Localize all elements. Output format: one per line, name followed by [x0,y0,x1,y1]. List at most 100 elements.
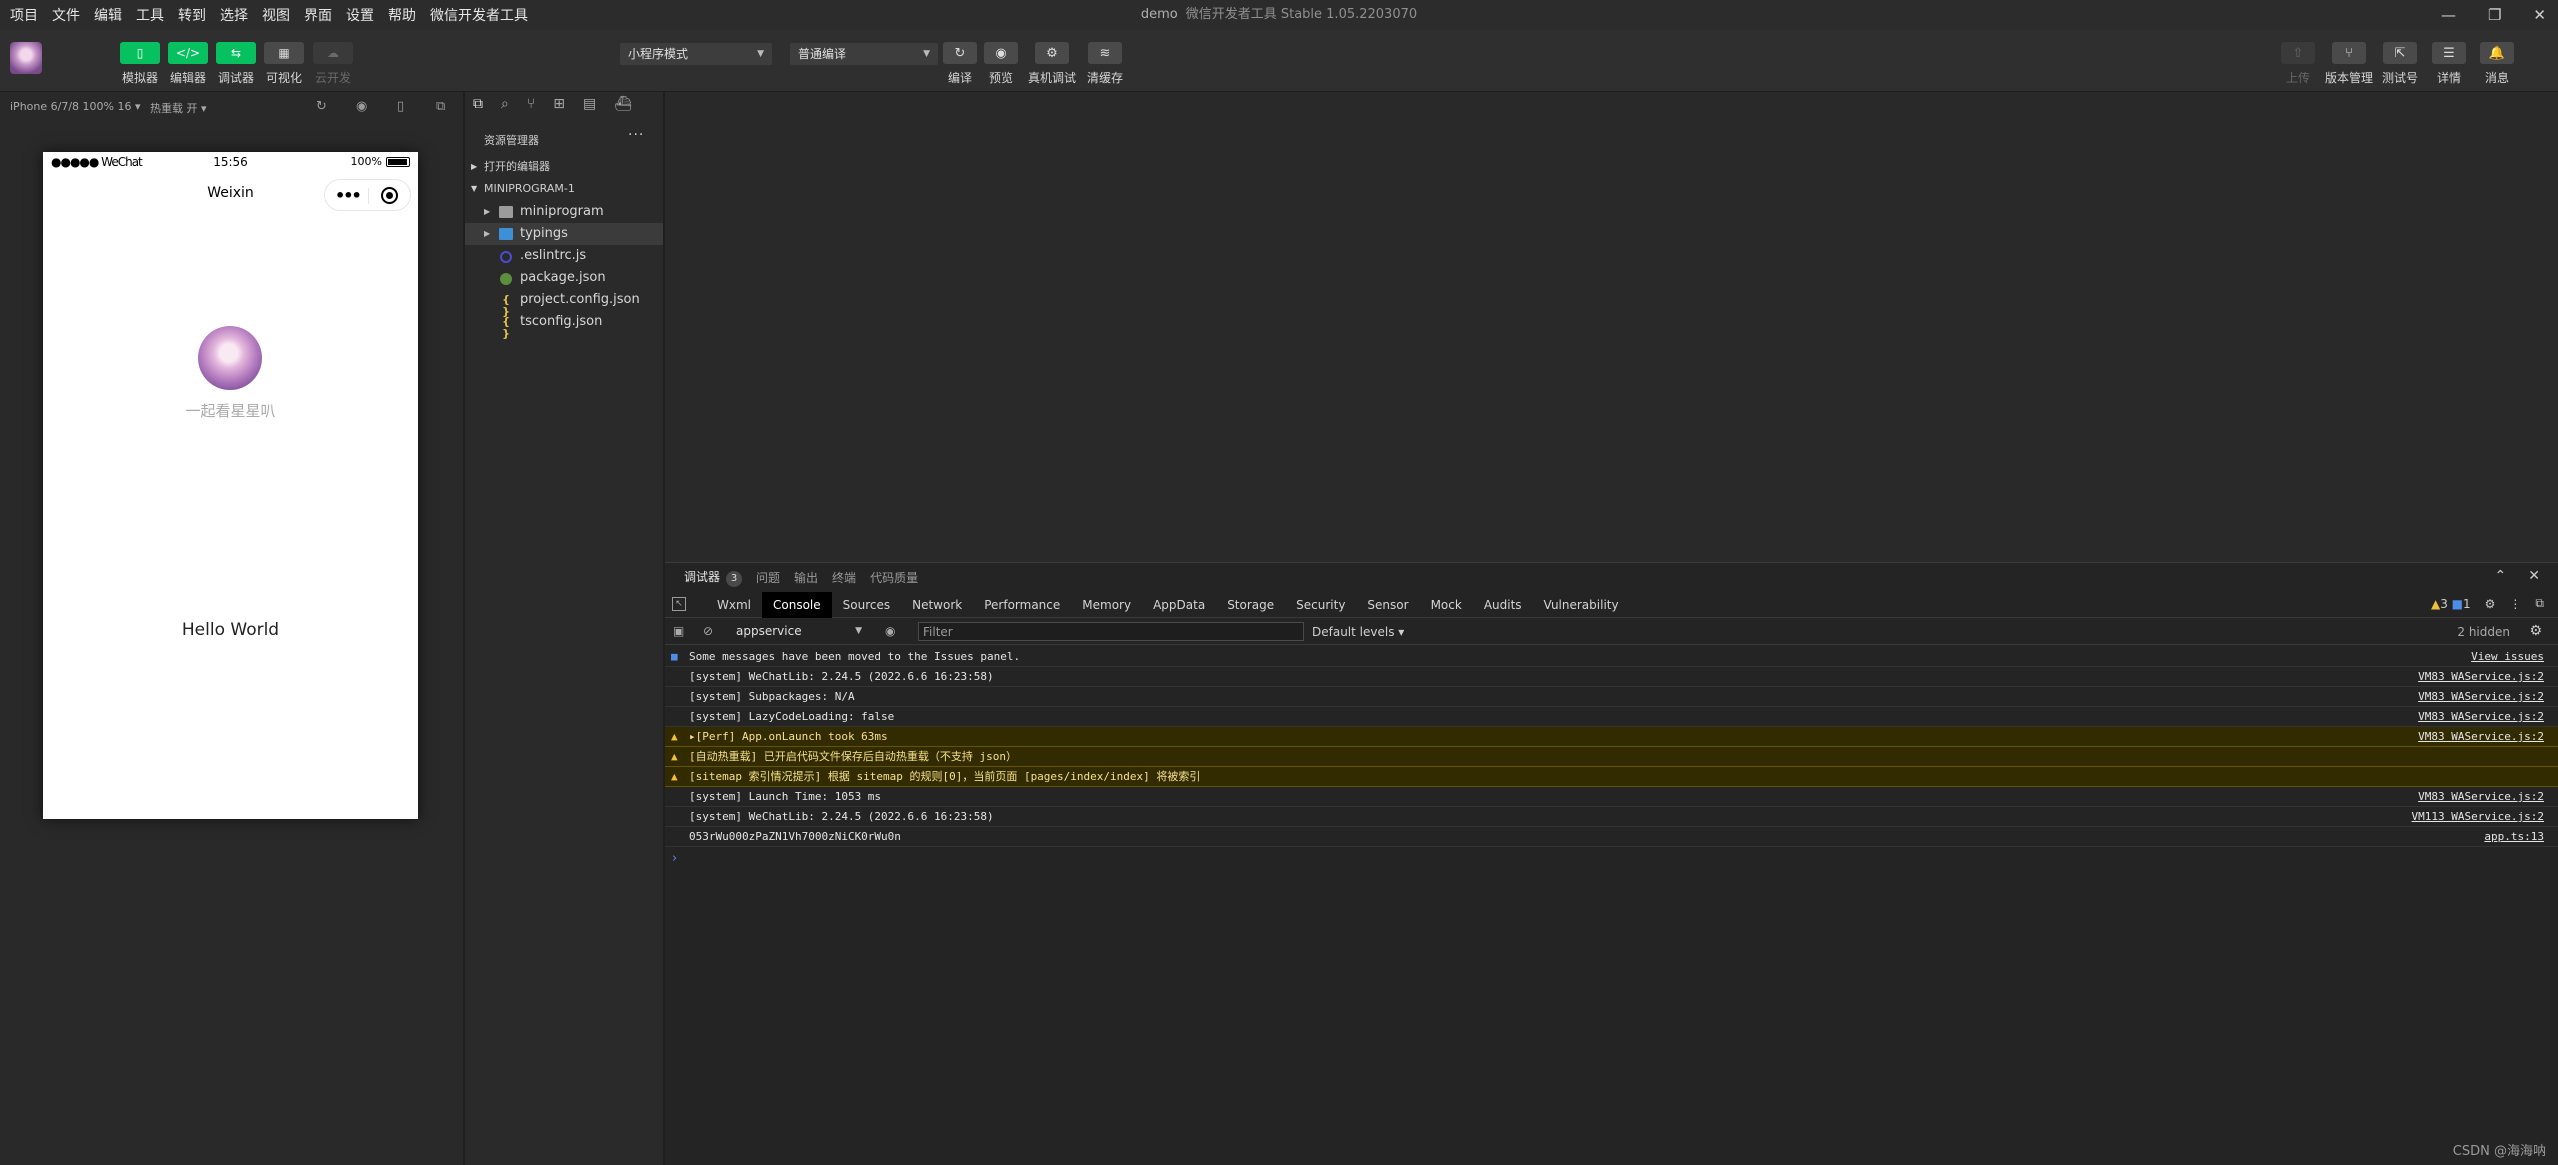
eye-icon[interactable]: ◉ [885,624,895,638]
folder-icon [499,206,513,218]
open-editors-section[interactable]: ▶ 打开的编辑器 [465,157,663,177]
npm-icon [500,273,512,285]
files-icon[interactable]: ⧉ [473,96,483,112]
editor-button[interactable]: </> 编辑器 [167,42,209,86]
docker-icon[interactable]: ⛴ [614,96,632,112]
tab-code-quality[interactable]: 代码质量 [870,569,918,586]
settings-gear-icon[interactable]: ⚙ [2485,597,2496,611]
console-output: ■ Some messages have been moved to the Is… [665,647,2558,847]
tab-badge: 3 [726,571,743,587]
clear-cache-button[interactable]: ≋ 清缓存 [1087,42,1123,86]
tree-item-eslintrc[interactable]: .eslintrc.js [465,245,663,267]
cloud-dev-button[interactable]: ☁ 云开发 [312,42,354,86]
cloud-dev-label: 云开发 [314,71,351,85]
kebab-menu-icon[interactable]: ⋮ [2509,597,2521,611]
tree-item-label: typings [520,226,568,241]
preview-button[interactable]: ◉ 预览 [983,42,1019,86]
tab-problems[interactable]: 问题 [756,569,780,586]
issues-counter[interactable]: ▲3 ■1 [2431,597,2471,611]
tab-sensor[interactable]: Sensor [1356,592,1419,618]
tab-output[interactable]: 输出 [794,569,818,586]
log-source-link[interactable]: VM83 WAService.js:2 [2418,787,2544,806]
log-source-link[interactable]: VM113 WAService.js:2 [2412,807,2544,826]
tree-item-typings[interactable]: ▶ typings [465,223,663,245]
console-settings-icon[interactable]: ⚙ [2529,623,2542,639]
hello-text: Hello World [181,620,280,640]
debugger-label: 调试器 [217,71,254,85]
tab-security[interactable]: Security [1285,592,1356,618]
log-source-link[interactable]: VM83 WAService.js:2 [2418,727,2544,746]
capsule-menu[interactable]: ••• [324,179,411,211]
view-issues-link[interactable]: View issues [2471,647,2544,666]
refresh-icon[interactable]: ↻ [316,99,327,114]
tab-performance[interactable]: Performance [973,592,1071,618]
log-levels-select[interactable]: Default levels ▾ [1312,625,1404,639]
user-avatar[interactable] [198,326,262,390]
phone-icon[interactable]: ▯ [397,99,404,114]
device-select[interactable]: iPhone 6/7/8 100% 16 ▾ [10,100,141,113]
project-section[interactable]: ▼ MINIPROGRAM-1 [465,179,663,199]
messages-button[interactable]: 🔔 消息 [2479,42,2515,86]
close-icon[interactable]: ✕ [2533,6,2546,24]
mode-select[interactable]: 小程序模式 ▼ [620,43,772,65]
git-icon[interactable]: ⑂ [527,96,535,112]
remote-debug-button[interactable]: ⚙ 真机调试 [1028,42,1076,86]
tab-storage[interactable]: Storage [1216,592,1285,618]
inspect-element-icon[interactable]: ↖ [672,597,686,611]
tree-item-project-config[interactable]: { } project.config.json [465,289,663,318]
user-avatar-toolbar[interactable] [10,42,42,74]
details-button[interactable]: ☰ 详情 [2431,42,2467,86]
log-source-link[interactable]: VM83 WAService.js:2 [2418,707,2544,726]
tree-item-miniprogram[interactable]: ▶ miniprogram [465,201,663,223]
log-source-link[interactable]: VM83 WAService.js:2 [2418,687,2544,706]
dock-icon[interactable]: ⧉ [2535,596,2544,611]
visual-button[interactable]: ▦ 可视化 [263,42,305,86]
tree-item-tsconfig[interactable]: { } tsconfig.json [465,311,663,340]
tab-console[interactable]: Console [762,592,832,618]
console-prompt[interactable]: › [672,851,677,866]
debugger-button[interactable]: ⇆ 调试器 [215,42,257,86]
log-source-link[interactable]: VM83 WAService.js:2 [2418,667,2544,686]
log-message: [system] LazyCodeLoading: false [689,710,895,723]
compile-select[interactable]: 普通编译 ▼ [790,43,938,65]
tab-memory[interactable]: Memory [1071,592,1142,618]
record-icon[interactable]: ◉ [356,99,367,114]
filter-input[interactable] [918,622,1304,641]
sidebar-toggle-icon[interactable]: ▣ [673,624,684,638]
tab-network[interactable]: Network [901,592,973,618]
upload-button[interactable]: ⇧ 上传 [2280,42,2316,86]
close-miniprogram-icon[interactable] [381,187,398,204]
tab-audits[interactable]: Audits [1473,592,1533,618]
tab-vulnerability[interactable]: Vulnerability [1533,592,1630,618]
tab-terminal[interactable]: 终端 [832,569,856,586]
close-icon[interactable]: ✕ [2528,568,2540,584]
log-source-link[interactable]: app.ts:13 [2484,827,2544,846]
user-nickname: 一起看星星叭 [185,402,276,420]
hot-reload-select[interactable]: 热重载 开 ▾ [150,100,207,116]
search-icon[interactable]: ⌕ [501,96,509,112]
extensions-icon[interactable]: ⊞ [553,96,565,112]
more-icon[interactable]: ··· [628,127,644,143]
outline-icon[interactable]: ▤ [583,96,596,112]
log-row: 053rWu000zPaZN1Vh7000zNiCK0rWu0n app.ts:1… [665,827,2558,847]
collapse-icon[interactable]: ⌃ [2495,568,2507,584]
minimize-icon[interactable]: — [2441,6,2456,24]
popout-icon[interactable]: ⧉ [436,99,445,114]
compile-button[interactable]: ↻ 编译 [942,42,978,86]
tab-mock[interactable]: Mock [1420,592,1473,618]
clear-console-icon[interactable]: ⊘ [703,624,713,638]
context-select[interactable]: appservice ▼ [732,621,868,641]
tree-item-package-json[interactable]: package.json [465,267,663,289]
version-button[interactable]: ⑂ 版本管理 [2325,42,2373,86]
tab-debugger[interactable]: 调试器 3 [684,568,743,587]
more-icon[interactable]: ••• [335,186,362,205]
tab-wxml[interactable]: Wxml [706,592,762,618]
editor-area[interactable] [665,92,2558,562]
simulator-button[interactable]: ▯ 模拟器 [119,42,161,86]
bell-icon: 🔔 [2480,42,2514,64]
tab-sources[interactable]: Sources [832,592,901,618]
log-row-warning[interactable]: ▲ ▸[Perf] App.onLaunch took 63ms VM83 WASe… [665,727,2558,747]
test-account-button[interactable]: ⇱ 测试号 [2382,42,2418,86]
restore-icon[interactable]: ❐ [2488,6,2501,24]
tab-appdata[interactable]: AppData [1142,592,1216,618]
